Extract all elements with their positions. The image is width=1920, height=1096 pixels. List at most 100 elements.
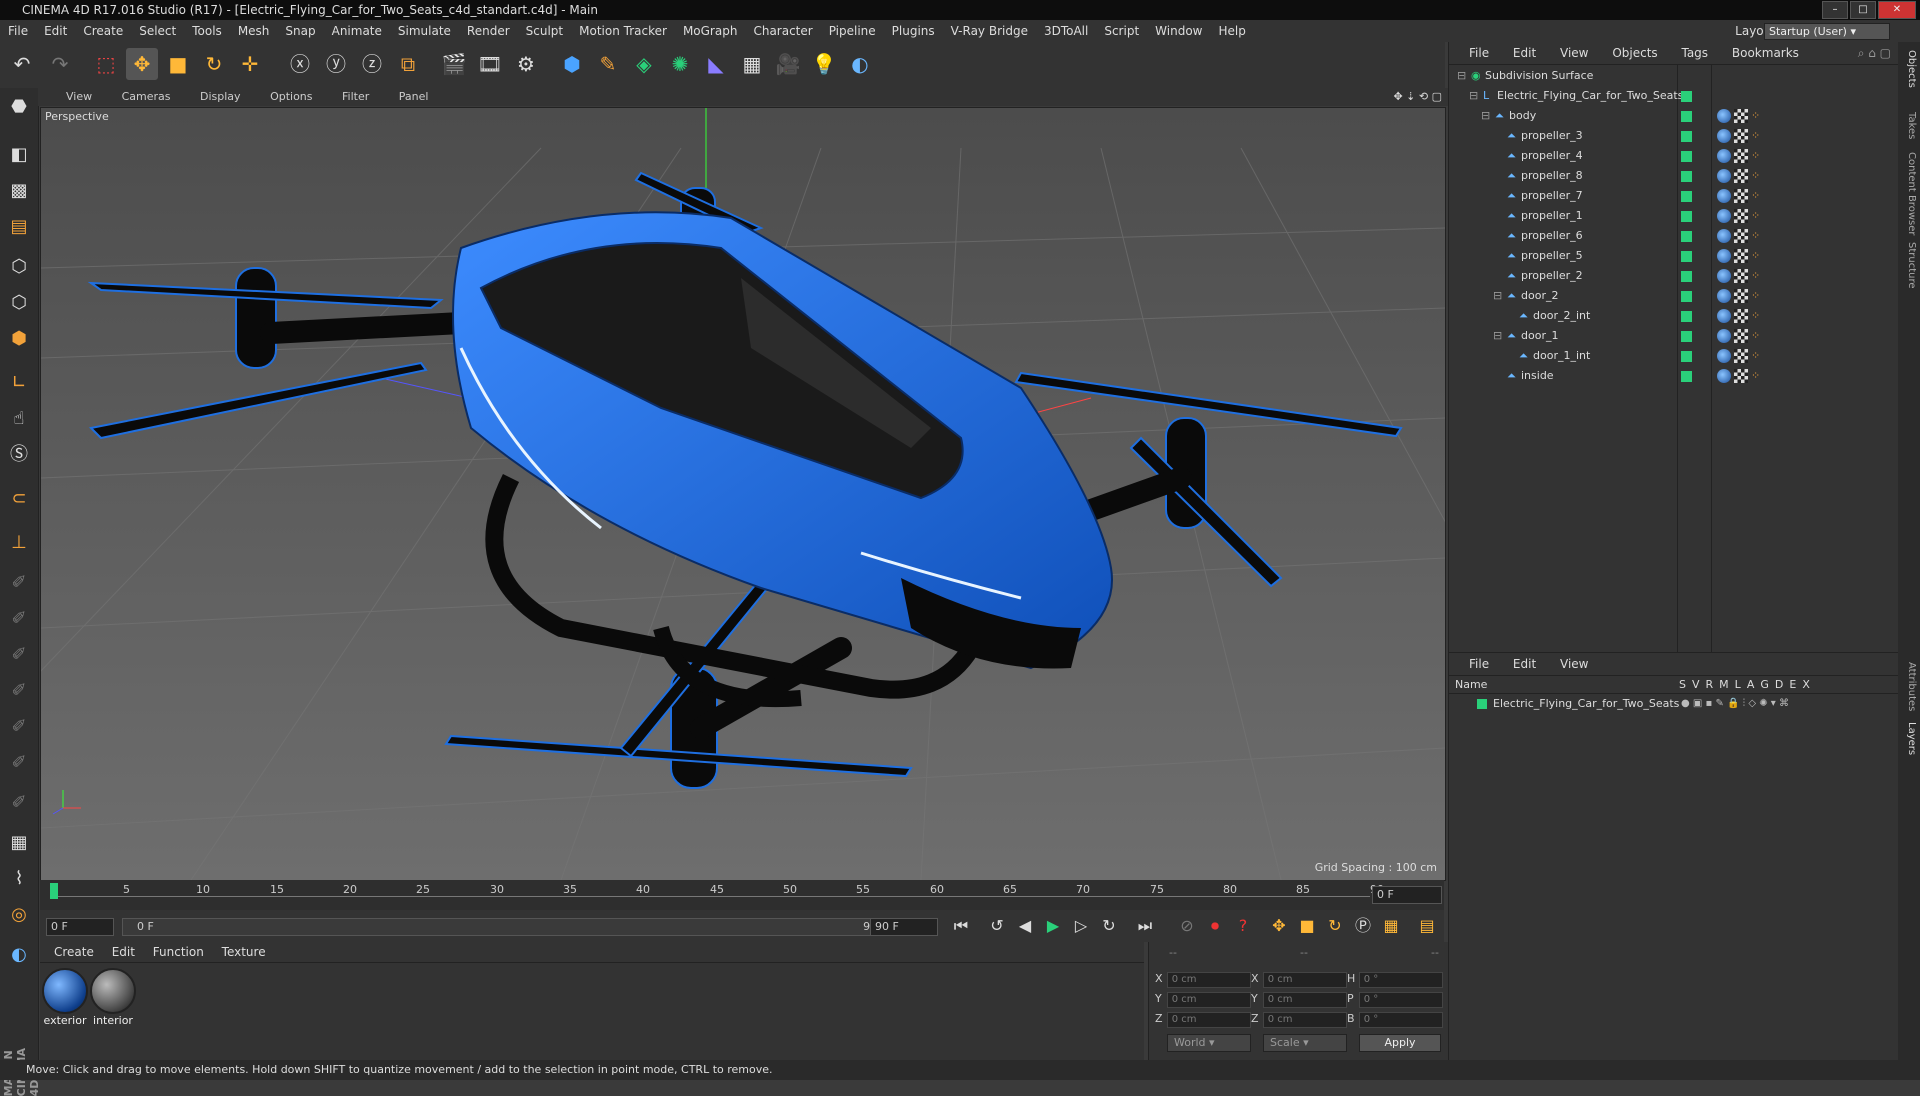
texture-tag-icon[interactable] [1734,229,1748,243]
object-row[interactable]: ⊟ ⏶ body ⁘ [1449,106,1899,126]
object-row[interactable]: ⏶ propeller_2 ⁘ [1449,266,1899,286]
material-tag-icon[interactable] [1717,349,1731,363]
coord-system-dropdown[interactable]: World ▾ [1167,1034,1251,1052]
array-icon[interactable]: ✺ [664,48,696,80]
tab-layers[interactable]: Layers [1901,722,1917,755]
texture-tag-icon[interactable] [1734,169,1748,183]
magnet-icon[interactable]: ⊂ [4,484,34,514]
texture-tag-icon[interactable] [1734,249,1748,263]
record-disabled-icon[interactable]: ⊘ [1176,915,1198,937]
apply-button[interactable]: Apply [1359,1034,1441,1052]
cube-icon[interactable]: ⬢ [556,48,588,80]
material-tag-icon[interactable] [1717,229,1731,243]
brush-icon-1[interactable]: ✐ [4,568,34,598]
layer-color-tag[interactable] [1681,351,1692,362]
snap-icon[interactable]: Ⓢ [4,440,34,470]
obj-menu-bookmarks[interactable]: Bookmarks [1732,46,1799,60]
viewport-menu-display[interactable]: Display [200,90,241,103]
sculpt-icon[interactable]: ◎ [4,900,34,930]
texture-tag-icon[interactable] [1734,209,1748,223]
menu-select[interactable]: Select [131,20,184,42]
viewport-nav-icons[interactable]: ✥ ⇣ ⟲ ▢ [1393,88,1442,106]
size-x-field[interactable]: 0 cm [1262,972,1347,988]
key-rotation-icon[interactable]: ↻ [1324,915,1346,937]
material-exterior[interactable]: exterior [42,968,88,1027]
menu-window[interactable]: Window [1147,20,1210,42]
scale-icon[interactable]: ■ [162,48,194,80]
selection-tag-icon[interactable]: ⁘ [1751,229,1760,243]
render-settings-icon[interactable]: ⚙ [510,48,542,80]
obj-menu-objects[interactable]: Objects [1612,46,1657,60]
light-icon[interactable]: 💡 [808,48,840,80]
layout-dropdown[interactable]: Startup (User) ▾ [1764,23,1890,40]
object-row[interactable]: ⊟ ◉ Subdivision Surface [1449,66,1899,86]
current-frame-field[interactable]: 0 F [1372,886,1442,904]
object-row[interactable]: ⊟ L Electric_Flying_Car_for_Two_Seats [1449,86,1899,106]
next-key-icon[interactable]: ↻ [1098,915,1120,937]
polygons-mode-icon[interactable]: ⬢ [4,324,34,354]
menu-vray-bridge[interactable]: V-Ray Bridge [943,20,1036,42]
material-interior[interactable]: interior [90,968,136,1027]
object-row[interactable]: ⏶ inside ⁘ [1449,366,1899,386]
menu-script[interactable]: Script [1096,20,1147,42]
workplane-axis-icon[interactable]: ⊥ [4,528,34,558]
close-button[interactable]: ✕ [1878,1,1916,19]
selection-tag-icon[interactable]: ⁘ [1751,209,1760,223]
key-pla-icon[interactable]: ▦ [1380,915,1402,937]
object-row[interactable]: ⏶ propeller_6 ⁘ [1449,226,1899,246]
expand-toggle-icon[interactable]: ⊟ [1469,86,1478,106]
brush-icon-3[interactable]: ✐ [4,640,34,670]
object-row[interactable]: ⊟ ⏶ door_2 ⁘ [1449,286,1899,306]
start-frame-field[interactable]: 0 F [46,918,114,936]
object-row[interactable]: ⏶ propeller_8 ⁘ [1449,166,1899,186]
transform-icon[interactable]: ✛ [234,48,266,80]
viewport-menu-view[interactable]: View [66,90,92,103]
layer-column-header[interactable]: E [1789,677,1796,693]
tab-takes[interactable]: Takes [1901,112,1917,139]
layer-menu-view[interactable]: View [1560,657,1588,671]
layer-column-header[interactable]: X [1802,677,1810,693]
menu-plugins[interactable]: Plugins [884,20,943,42]
viewport-menu-cameras[interactable]: Cameras [122,90,171,103]
goto-end-icon[interactable]: ⏭ [1134,915,1156,937]
material-menu-texture[interactable]: Texture [222,945,266,959]
texture-tag-icon[interactable] [1734,289,1748,303]
rotation-b-field[interactable]: 0 ° [1358,1012,1443,1028]
material-tag-icon[interactable] [1717,289,1731,303]
layer-color-tag[interactable] [1681,291,1692,302]
menu-help[interactable]: Help [1210,20,1253,42]
tab-attributes[interactable]: Attributes [1901,662,1917,711]
floor-icon[interactable]: ▦ [736,48,768,80]
layer-column-header[interactable]: M [1719,677,1729,693]
brush-icon-4[interactable]: ✐ [4,676,34,706]
material-tag-icon[interactable] [1717,269,1731,283]
selection-tag-icon[interactable]: ⁘ [1751,369,1760,383]
render-picture-viewer-icon[interactable]: 🎞 [474,48,506,80]
obj-menu-tags[interactable]: Tags [1681,46,1708,60]
key-param-icon[interactable]: Ⓟ [1352,915,1374,937]
selection-tag-icon[interactable]: ⁘ [1751,149,1760,163]
play-icon[interactable]: ▶ [1042,915,1064,937]
coord-mode-dropdown[interactable]: Scale ▾ [1263,1034,1347,1052]
key-scale-icon[interactable]: ■ [1296,915,1318,937]
viewport-menu-panel[interactable]: Panel [399,90,429,103]
texture-tag-icon[interactable] [1734,129,1748,143]
layer-color-tag[interactable] [1681,111,1692,122]
next-frame-icon[interactable]: ▷ [1070,915,1092,937]
layer-color-tag[interactable] [1681,311,1692,322]
material-tag-icon[interactable] [1717,129,1731,143]
material-tag-icon[interactable] [1717,369,1731,383]
position-z-field[interactable]: 0 cm [1166,1012,1251,1028]
brush-icon-7[interactable]: ✐ [4,788,34,818]
tab-structure[interactable]: Structure [1901,242,1917,289]
subdivision-icon[interactable]: ◈ [628,48,660,80]
menu-create[interactable]: Create [75,20,131,42]
python-console-icon[interactable]: ◐ [4,940,34,970]
layer-color-tag[interactable] [1681,231,1692,242]
selection-tag-icon[interactable]: ⁘ [1751,189,1760,203]
menu-pipeline[interactable]: Pipeline [821,20,884,42]
brush-icon-5[interactable]: ✐ [4,712,34,742]
selection-tag-icon[interactable]: ⁘ [1751,129,1760,143]
texture-tag-icon[interactable] [1734,309,1748,323]
texture-tag-icon[interactable] [1734,189,1748,203]
